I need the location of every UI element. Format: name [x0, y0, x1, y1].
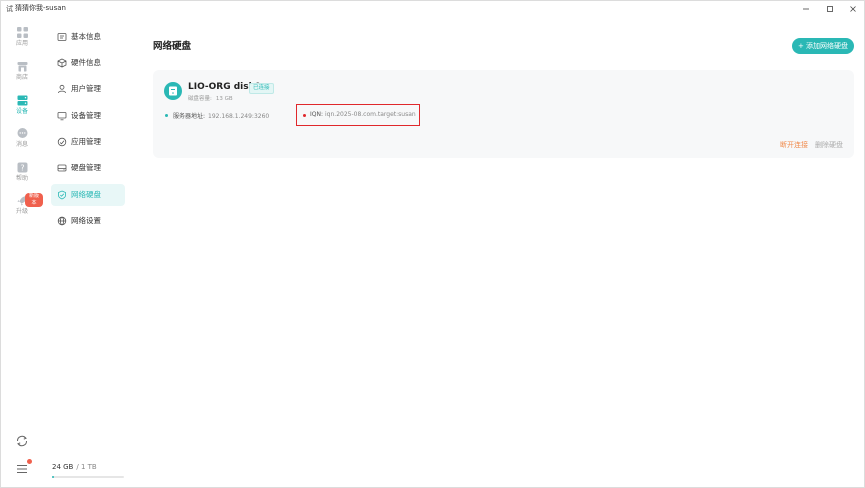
cube-icon	[57, 58, 67, 68]
sidebar-item-label: 设备管理	[71, 111, 101, 120]
rail-item-message[interactable]: 消息	[1, 128, 43, 160]
rail-label-store: 商店	[15, 74, 28, 81]
sidebar-item-disk-manage[interactable]: 硬盘管理	[51, 157, 125, 179]
sidebar-item-user-manage[interactable]: 用户管理	[51, 78, 125, 100]
sync-icon	[16, 435, 28, 447]
sync-button[interactable]	[15, 433, 29, 447]
storage-bar	[52, 476, 124, 478]
sidebar-item-network-settings[interactable]: 网络设置	[51, 210, 125, 232]
app-manage-icon	[57, 137, 67, 147]
sidebar-item-device-manage[interactable]: 设备管理	[51, 105, 125, 127]
capacity-value: 13 GB	[215, 96, 233, 102]
sidebar-item-basic-info[interactable]: 基本信息	[51, 26, 125, 48]
menu-button[interactable]	[15, 459, 32, 475]
capacity-label: 磁盘容量:	[188, 96, 212, 102]
app-icon: 试	[6, 5, 13, 13]
icon-rail: 应用 商店 设备 消息 ? 帮助 新版本 升级	[1, 17, 43, 487]
title-bar: 试 猜猜你我-susan	[1, 1, 864, 17]
rail-label-apps: 应用	[15, 40, 28, 47]
settings-sidebar: 基本信息 硬件信息 用户管理 设备管理 应用管理 硬盘管理 网络硬盘 网络设置	[51, 17, 127, 487]
upgrade-badge: 新版本	[25, 193, 43, 207]
rail-item-apps[interactable]: 应用	[1, 27, 43, 59]
rail-label-upgrade: 升级	[15, 208, 28, 215]
sidebar-item-label: 硬件信息	[71, 58, 101, 67]
monitor-icon	[57, 112, 67, 121]
storage-usage: 24 GB/ 1 TB	[52, 463, 97, 471]
disk-icon	[164, 82, 182, 100]
address-value: 192.168.1.249:3260	[208, 113, 270, 120]
notification-dot	[27, 459, 32, 464]
storage-bar-fill	[52, 476, 55, 478]
user-icon	[58, 84, 66, 94]
window-title: 猜猜你我-susan	[15, 4, 66, 12]
network-disk-card: LIO-ORG disk0 已连接 磁盘容量: 13 GB 服务器地址: 192.1…	[153, 70, 854, 158]
add-network-disk-button[interactable]: + 添加网络硬盘	[792, 38, 854, 54]
sidebar-item-label: 应用管理	[71, 137, 101, 146]
rail-label-message: 消息	[15, 141, 28, 148]
sidebar-item-label: 网络设置	[71, 216, 101, 225]
address-label: 服务器地址:	[173, 113, 206, 120]
rail-item-store[interactable]: 商店	[1, 61, 43, 93]
page-title: 网络硬盘	[153, 41, 192, 52]
iqn-highlight-box	[296, 104, 420, 126]
server-address: 服务器地址: 192.168.1.249:3260	[173, 111, 269, 120]
rail-item-help[interactable]: ? 帮助	[1, 162, 43, 194]
disconnect-button[interactable]: 断开连接	[780, 140, 808, 150]
sidebar-item-label: 硬盘管理	[71, 163, 101, 172]
rail-label-help: 帮助	[15, 175, 28, 182]
info-icon	[57, 33, 67, 41]
help-icon: ?	[17, 162, 27, 173]
status-badge: 已连接	[249, 83, 274, 94]
storage-total: / 1 TB	[76, 463, 97, 471]
harddisk-icon	[57, 164, 67, 172]
svg-text:?: ?	[20, 163, 24, 172]
delete-disk-button[interactable]: 删除硬盘	[815, 140, 843, 150]
globe-icon	[57, 216, 67, 226]
menu-icon	[17, 465, 27, 473]
sidebar-item-label: 基本信息	[71, 32, 101, 41]
store-icon	[17, 62, 27, 72]
message-icon	[17, 128, 27, 138]
disk-capacity: 磁盘容量: 13 GB	[188, 94, 233, 102]
app-window: 试 猜猜你我-susan 应用 商店 设备 消息 ? 帮助 新版本 升级 基本信…	[0, 0, 865, 488]
sidebar-item-label: 网络硬盘	[71, 190, 101, 199]
rail-item-device[interactable]: 设备	[1, 95, 43, 127]
sidebar-item-network-disk[interactable]: 网络硬盘	[51, 184, 125, 206]
sidebar-item-label: 用户管理	[71, 84, 101, 93]
network-disk-icon	[58, 190, 66, 200]
close-button[interactable]	[841, 1, 865, 17]
rail-item-upgrade[interactable]: 新版本 升级	[1, 193, 43, 227]
sidebar-item-hardware-info[interactable]: 硬件信息	[51, 52, 125, 74]
minimize-button[interactable]	[794, 1, 818, 17]
device-icon	[17, 95, 27, 106]
storage-used: 24 GB	[52, 463, 74, 471]
address-dot	[165, 114, 168, 117]
rail-label-device: 设备	[15, 108, 28, 115]
maximize-button[interactable]	[818, 1, 842, 17]
sidebar-item-app-manage[interactable]: 应用管理	[51, 131, 125, 153]
grid-icon	[16, 27, 28, 38]
